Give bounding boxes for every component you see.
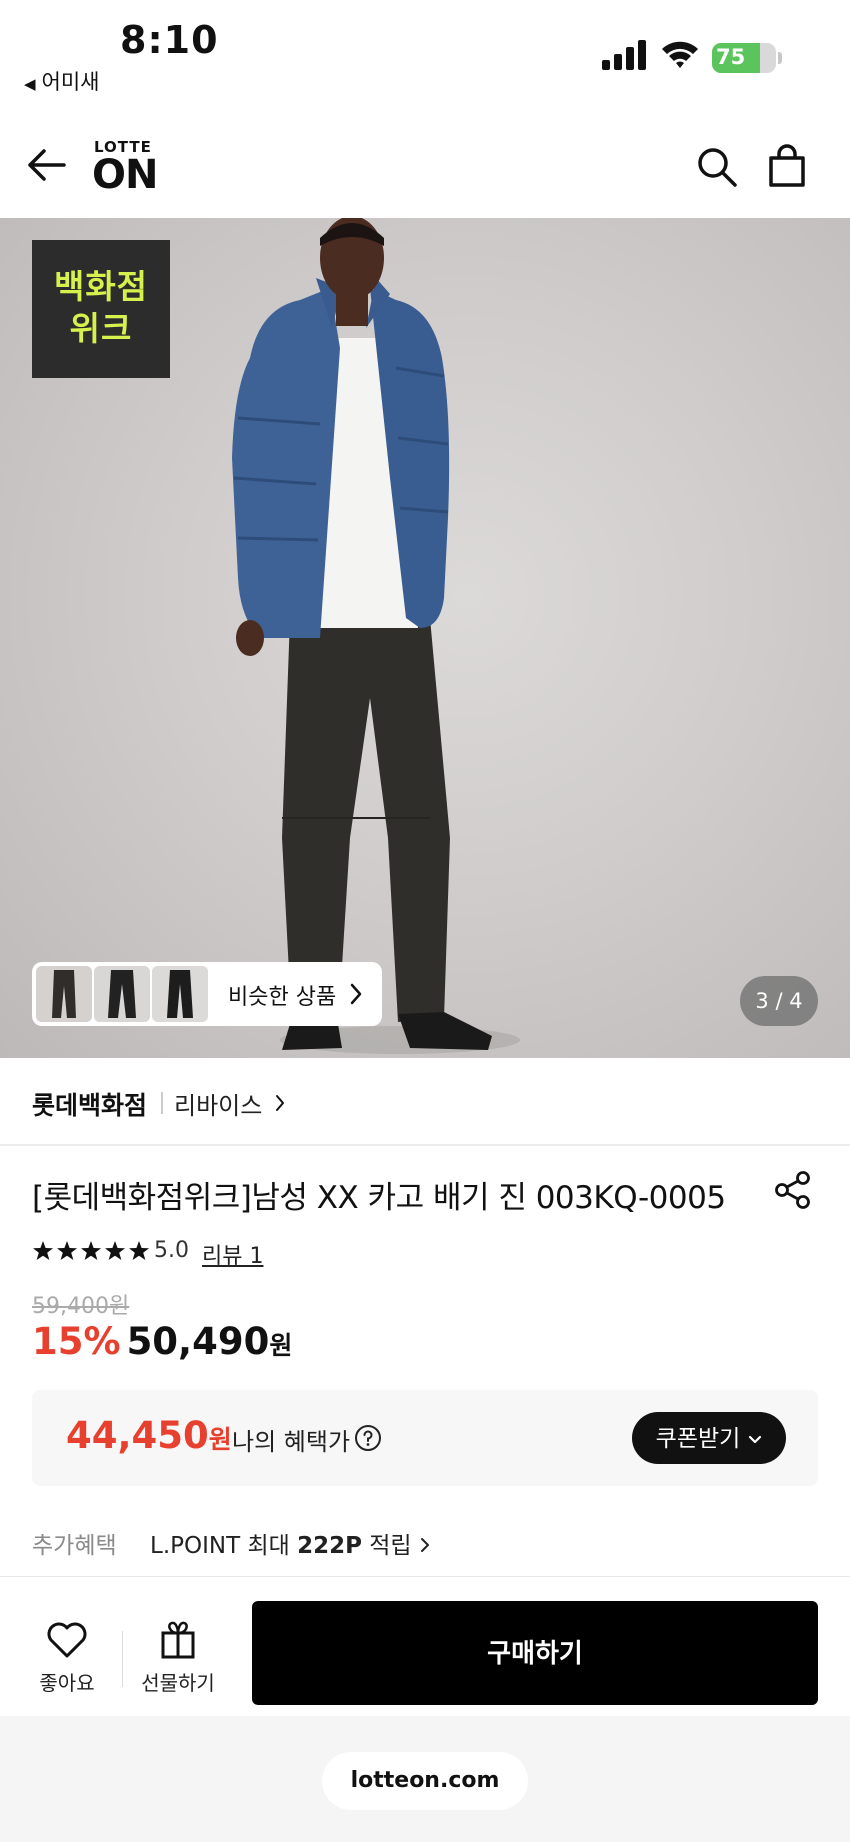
buy-button[interactable]: 구매하기 <box>252 1601 818 1705</box>
gift-label: 선물하기 <box>141 1671 215 1695</box>
battery-tip <box>778 52 782 64</box>
price-row: 15% 50,490원 <box>32 1320 292 1370</box>
discount-rate: 15% <box>32 1320 121 1363</box>
search-icon[interactable] <box>696 146 738 188</box>
pants-thumb-image <box>36 966 92 1022</box>
brand-link[interactable]: 리바이스 <box>174 1086 262 1121</box>
product-model-photo <box>232 218 520 1054</box>
like-label: 좋아요 <box>39 1671 95 1695</box>
share-icon[interactable] <box>774 1170 812 1210</box>
back-triangle-icon: ◀ <box>24 75 36 93</box>
review-link[interactable]: 리뷰 1 <box>202 1238 263 1270</box>
wifi-icon <box>662 41 698 68</box>
cellular-signal-icon <box>602 40 646 70</box>
back-arrow-icon[interactable] <box>26 148 66 182</box>
brand-row: 롯데백화점 리바이스 <box>0 1058 850 1146</box>
badge-line2: 위크 <box>69 309 133 348</box>
benefit-price-unit: 원 <box>208 1425 232 1454</box>
original-price: 59,400원 <box>32 1294 130 1319</box>
chevron-right-icon <box>350 983 362 1005</box>
similar-thumb-2 <box>94 966 150 1022</box>
back-app-label: 어미새 <box>41 70 100 94</box>
lpoint-text-prefix: L.POINT 최대 <box>150 1533 298 1559</box>
get-coupon-button[interactable]: 쿠폰받기 <box>632 1412 786 1464</box>
battery-icon: 75 <box>712 43 776 73</box>
status-time: 8:10 <box>120 18 219 62</box>
badge-line1: 백화점 <box>53 267 149 306</box>
extra-benefit-text: L.POINT 최대 222P 적립 <box>150 1526 430 1560</box>
extra-benefit-label: 추가혜택 <box>32 1533 117 1559</box>
chevron-right-icon <box>420 1538 429 1552</box>
pants-thumb-image <box>94 966 150 1022</box>
my-benefit-box: 44,450원 나의 혜택가 쿠폰받기 <box>32 1390 818 1486</box>
app-header: LOTTE ON <box>0 110 850 218</box>
chevron-right-icon <box>276 1095 284 1111</box>
sale-price: 50,490 <box>126 1320 270 1363</box>
gift-icon <box>161 1621 195 1659</box>
similar-products-button[interactable]: 비슷한 상품 <box>32 962 382 1026</box>
similar-thumb-1 <box>36 966 92 1022</box>
browser-url-area: lotteon.com <box>0 1716 850 1842</box>
similar-products-label: 비슷한 상품 <box>228 985 337 1010</box>
battery-level: 75 <box>716 45 746 69</box>
lotteon-logo[interactable]: LOTTE ON <box>92 138 172 198</box>
sale-price-unit: 원 <box>269 1331 293 1360</box>
action-divider <box>122 1631 123 1687</box>
bottom-action-bar: 좋아요 선물하기 구매하기 <box>0 1576 850 1716</box>
store-name[interactable]: 롯데백화점 <box>32 1086 147 1122</box>
product-title: [롯데백화점위크]남성 XX 카고 배기 진 003KQ-0005 <box>32 1180 726 1216</box>
star-rating-icon <box>33 1241 149 1260</box>
like-button[interactable]: 좋아요 <box>30 1621 104 1696</box>
coupon-button-label: 쿠폰받기 <box>655 1425 741 1451</box>
benefit-price-value: 44,450 <box>66 1414 209 1457</box>
status-bar: 8:10 ◀ 어미새 75 <box>0 0 850 110</box>
department-week-badge: 백화점 위크 <box>32 240 170 378</box>
chevron-down-icon <box>749 1435 762 1444</box>
gift-button[interactable]: 선물하기 <box>138 1619 218 1696</box>
lpoint-text-suffix: 적립 <box>361 1533 412 1559</box>
pants-thumb-image <box>152 966 208 1022</box>
image-counter: 3 / 4 <box>740 976 818 1026</box>
benefit-price: 44,450원 <box>66 1414 232 1457</box>
rating-value: 5.0 <box>154 1238 189 1263</box>
shopping-bag-icon[interactable] <box>766 144 808 188</box>
heart-icon <box>47 1622 87 1658</box>
url-pill[interactable]: lotteon.com <box>322 1752 528 1810</box>
logo-bottom-text: ON <box>92 152 158 198</box>
benefit-label: 나의 혜택가 <box>232 1428 351 1456</box>
product-image-carousel[interactable]: 백화점 위크 비슷한 상품 3 / 4 <box>0 218 850 1058</box>
lpoint-points: 222P <box>297 1533 362 1559</box>
brand-divider <box>161 1092 163 1114</box>
similar-thumb-3 <box>152 966 208 1022</box>
help-icon[interactable] <box>354 1424 382 1452</box>
back-to-app-link[interactable]: ◀ 어미새 <box>24 66 100 96</box>
extra-benefit-row[interactable]: 추가혜택 L.POINT 최대 222P 적립 <box>32 1526 429 1559</box>
